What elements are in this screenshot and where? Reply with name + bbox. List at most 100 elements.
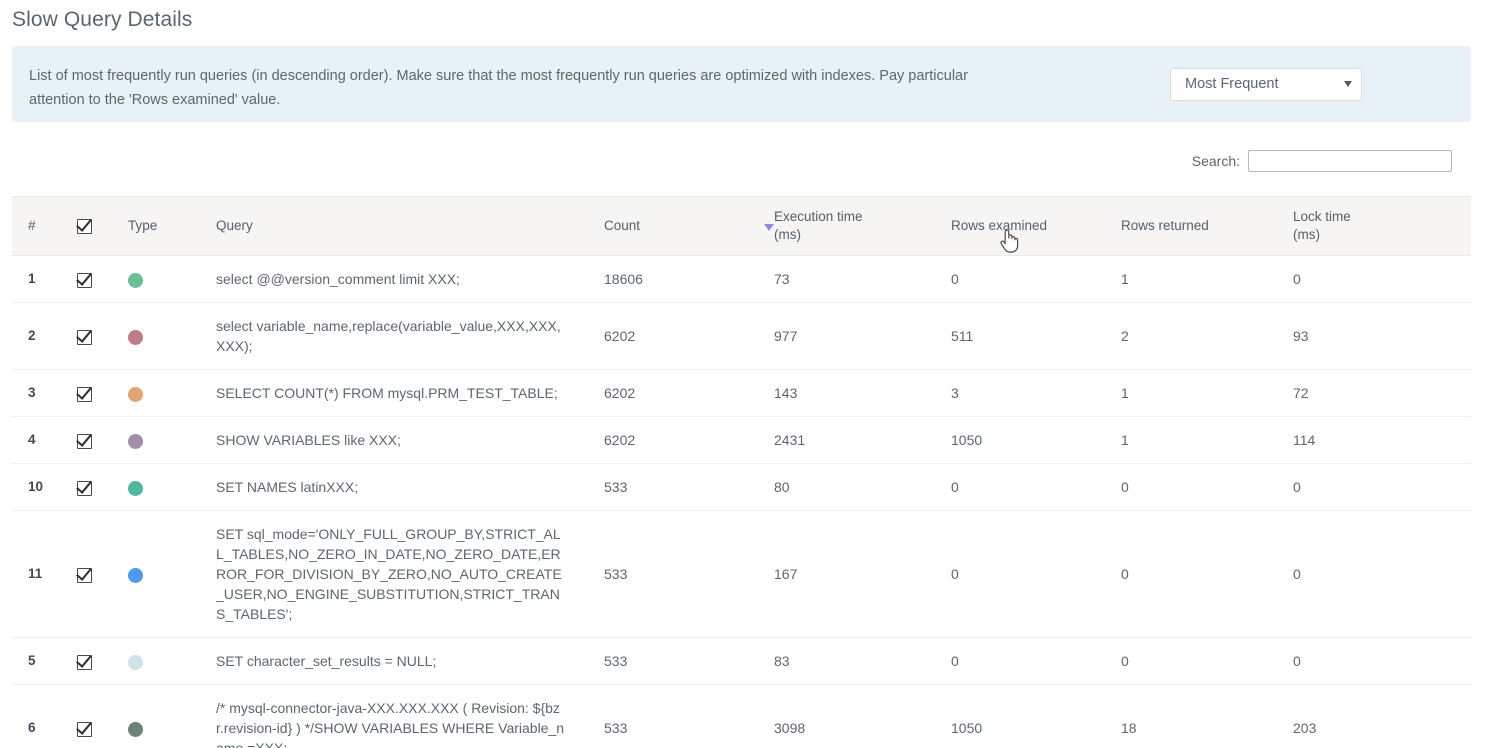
row-type-cell — [112, 302, 200, 370]
row-type-cell — [112, 684, 200, 748]
column-header-query[interactable]: Query — [200, 196, 588, 256]
row-checkbox-cell[interactable] — [64, 255, 112, 303]
column-header-rows-returned-label: Rows returned — [1121, 218, 1209, 233]
column-header-select-all[interactable] — [64, 196, 112, 256]
row-checkbox-icon[interactable] — [77, 433, 92, 449]
row-count: 533 — [604, 479, 628, 495]
row-checkbox-icon[interactable] — [77, 386, 92, 402]
column-header-rows-examined[interactable]: Rows examined — [935, 196, 1105, 256]
row-count: 533 — [604, 720, 628, 736]
table-row[interactable]: 3 SELECT COUNT(*) FROM mysql.PRM_TEST_TAB… — [12, 369, 1471, 417]
row-execution-time-cell: 2431 — [758, 416, 935, 464]
column-header-rows-returned[interactable]: Rows returned — [1105, 196, 1277, 256]
row-lock-time: 203 — [1293, 720, 1317, 736]
select-all-checkbox-icon[interactable] — [77, 218, 92, 234]
search-label: Search: — [1191, 153, 1240, 169]
row-rows-examined-cell: 1050 — [935, 416, 1105, 464]
row-query-cell: select variable_name,replace(variable_va… — [200, 302, 588, 370]
sort-descending-icon[interactable] — [764, 224, 774, 231]
column-header-lock-time[interactable]: Lock time (ms) — [1277, 196, 1471, 256]
row-checkbox-cell[interactable] — [64, 684, 112, 748]
row-count: 6202 — [604, 385, 636, 401]
row-execution-time-cell: 83 — [758, 637, 935, 685]
row-execution-time-cell: 80 — [758, 463, 935, 511]
query-type-color-dot — [128, 329, 143, 345]
row-checkbox-cell[interactable] — [64, 637, 112, 685]
search-input[interactable] — [1248, 150, 1452, 172]
row-rows-returned: 0 — [1121, 479, 1129, 495]
row-index: 2 — [28, 328, 36, 343]
row-rows-examined: 0 — [951, 653, 959, 669]
sort-select-wrapper[interactable]: Most Frequent — [1170, 68, 1362, 101]
table-row[interactable]: 1 select @@version_comment limit XXX; 1860… — [12, 255, 1471, 303]
row-execution-time: 3098 — [774, 720, 806, 736]
column-header-execution-time[interactable]: Execution time (ms) — [758, 196, 935, 256]
row-checkbox-icon[interactable] — [77, 480, 92, 496]
row-execution-time-cell: 3098 — [758, 684, 935, 748]
slow-query-details-page: Slow Query Details List of most frequent… — [0, 0, 1485, 748]
row-query-cell: /* mysql-connector-java-XXX.XXX.XXX ( Re… — [200, 684, 588, 748]
row-count-cell: 18606 — [588, 255, 758, 303]
row-query-text: SET sql_mode='ONLY_FULL_GROUP_BY,STRICT_… — [216, 526, 562, 622]
row-query-cell: SET NAMES latinXXX; — [200, 463, 588, 511]
table-row[interactable]: 4 SHOW VARIABLES like XXX; 6202 2431 1050 1 11… — [12, 416, 1471, 464]
row-count-cell: 533 — [588, 637, 758, 685]
row-rows-examined: 3 — [951, 385, 959, 401]
row-rows-returned: 1 — [1121, 271, 1129, 287]
row-lock-time-cell: 0 — [1277, 463, 1471, 511]
row-query-text: select variable_name,replace(variable_va… — [216, 318, 561, 354]
row-checkbox-icon[interactable] — [77, 654, 92, 670]
row-lock-time-cell: 203 — [1277, 684, 1471, 748]
row-type-cell — [112, 637, 200, 685]
row-checkbox-icon[interactable] — [77, 329, 92, 345]
table-row[interactable]: 2 select variable_name,replace(variable_v… — [12, 302, 1471, 370]
row-count-cell: 533 — [588, 684, 758, 748]
query-type-color-dot — [128, 433, 143, 449]
row-rows-returned-cell: 0 — [1105, 463, 1277, 511]
row-execution-time-cell: 977 — [758, 302, 935, 370]
row-execution-time: 143 — [774, 385, 798, 401]
row-checkbox-cell[interactable] — [64, 369, 112, 417]
row-rows-examined-cell: 3 — [935, 369, 1105, 417]
table-row[interactable]: 11 SET sql_mode='ONLY_FULL_GROUP_BY,STRIC… — [12, 510, 1471, 638]
column-header-query-label: Query — [216, 218, 253, 233]
table-header: # Type Query Count Execution time (ms) R… — [12, 196, 1471, 256]
row-index-cell: 6 — [12, 684, 64, 748]
row-lock-time-cell: 0 — [1277, 637, 1471, 685]
query-type-color-dot — [128, 386, 143, 402]
table-row[interactable]: 6 /* mysql-connector-java-XXX.XXX.XXX ( R… — [12, 684, 1471, 748]
row-checkbox-icon[interactable] — [77, 721, 92, 737]
page-title: Slow Query Details — [12, 8, 193, 31]
row-checkbox-cell[interactable] — [64, 510, 112, 638]
row-index-cell: 11 — [12, 510, 64, 638]
search-row: Search: — [1192, 150, 1452, 172]
row-checkbox-icon[interactable] — [77, 272, 92, 288]
table-row[interactable]: 5 SET character_set_results = NULL; 533 83 0… — [12, 637, 1471, 685]
row-rows-examined-cell: 511 — [935, 302, 1105, 370]
row-execution-time: 73 — [774, 271, 790, 287]
row-query-cell: select @@version_comment limit XXX; — [200, 255, 588, 303]
column-header-lock-time-label: Lock time — [1293, 209, 1351, 224]
row-index-cell: 3 — [12, 369, 64, 417]
column-header-type[interactable]: Type — [112, 196, 200, 256]
row-checkbox-cell[interactable] — [64, 302, 112, 370]
row-rows-returned-cell: 0 — [1105, 637, 1277, 685]
row-index: 5 — [28, 653, 36, 668]
chevron-down-icon — [1344, 81, 1352, 87]
row-checkbox-cell[interactable] — [64, 463, 112, 511]
sort-select[interactable]: Most Frequent — [1170, 68, 1362, 101]
row-lock-time: 72 — [1293, 385, 1309, 401]
row-rows-returned: 0 — [1121, 653, 1129, 669]
column-header-index[interactable]: # — [12, 196, 64, 256]
row-checkbox-icon[interactable] — [77, 567, 92, 583]
row-rows-returned: 1 — [1121, 385, 1129, 401]
row-index-cell: 5 — [12, 637, 64, 685]
row-type-cell — [112, 463, 200, 511]
query-type-color-dot — [128, 272, 143, 288]
column-header-count[interactable]: Count — [588, 196, 758, 256]
slow-query-table: # Type Query Count Execution time (ms) R… — [12, 196, 1471, 748]
query-type-color-dot — [128, 721, 143, 737]
table-row[interactable]: 10 SET NAMES latinXXX; 533 80 0 0 0 — [12, 463, 1471, 511]
row-checkbox-cell[interactable] — [64, 416, 112, 464]
row-lock-time: 0 — [1293, 566, 1301, 582]
